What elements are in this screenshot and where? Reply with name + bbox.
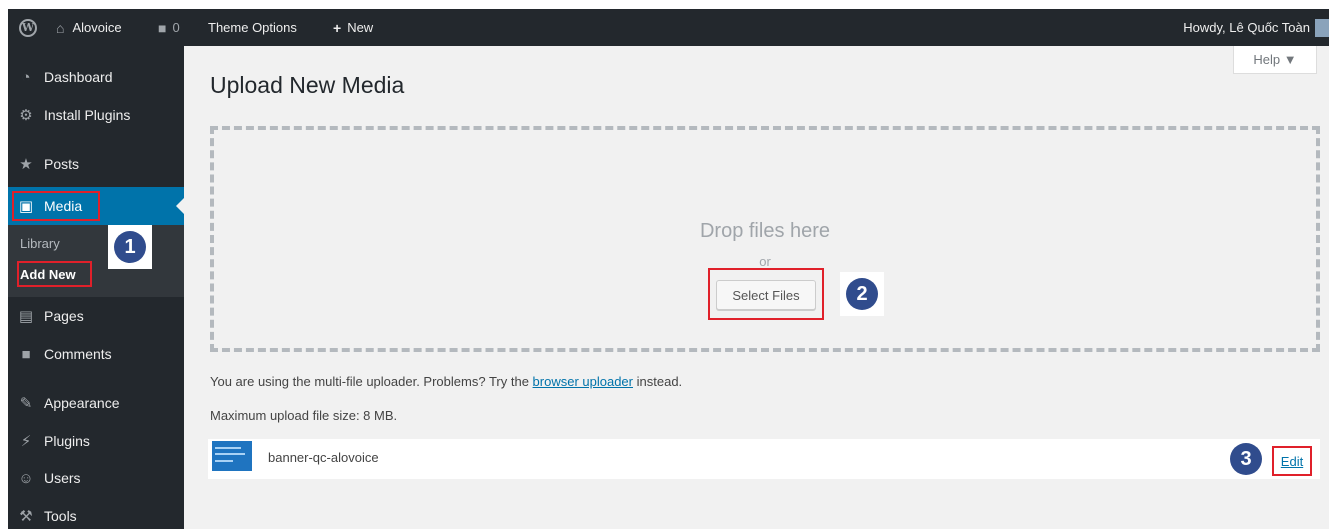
sidebar-item-label: Comments <box>44 346 112 362</box>
uploader-info-suffix: instead. <box>636 374 683 389</box>
callout-1: 1 <box>108 225 152 269</box>
comment-bubble-icon: ■ <box>158 19 167 36</box>
pages-icon: ▤ <box>18 308 34 325</box>
sidebar-item-label: Posts <box>44 156 80 172</box>
drop-or-text: or <box>759 254 771 269</box>
sidebar-item-label: Tools <box>44 508 77 524</box>
sidebar-item-label: Plugins <box>44 433 90 449</box>
sidebar-item-label: Users <box>44 470 81 486</box>
submenu-item-add-new[interactable]: Add New <box>20 267 76 282</box>
edit-link[interactable]: Edit <box>1281 454 1303 469</box>
sidebar-item-label: Dashboard <box>44 69 113 85</box>
comments-count: 0 <box>172 20 180 35</box>
theme-options-link[interactable]: Theme Options <box>208 9 297 46</box>
admin-bar: W ⌂ Alovoice ■ 0 Theme Options + New How… <box>8 9 1329 46</box>
sidebar-item-install-plugins[interactable]: ⚙ Install Plugins <box>8 100 184 130</box>
media-highlight-box <box>12 191 100 221</box>
wordpress-icon: W <box>19 18 37 37</box>
uploader-info-prefix: You are using the multi-file uploader. P… <box>210 374 529 389</box>
plus-icon: + <box>333 19 342 36</box>
avatar <box>1315 18 1329 37</box>
drop-instructions: Drop files here <box>699 220 831 242</box>
dashboard-icon: ◔ <box>21 68 31 86</box>
select-files-highlight-box: Select Files <box>708 268 824 320</box>
site-name: Alovoice <box>72 20 122 35</box>
media-submenu: Library Add New <box>8 225 184 297</box>
sidebar-item-label: Pages <box>44 308 84 324</box>
callout-2: 2 <box>840 272 884 316</box>
user-icon: ☺ <box>18 469 34 487</box>
home-icon: ⌂ <box>56 19 65 36</box>
drop-zone[interactable]: Drop files here or Select Files 2 <box>210 126 1320 352</box>
wrench-icon: ⚒ <box>19 508 33 525</box>
max-upload-size: Maximum upload file size: 8 MB. <box>210 408 398 423</box>
submenu-item-library[interactable]: Library <box>20 236 60 251</box>
howdy-text: Howdy, Lê Quốc Toàn <box>1183 20 1310 35</box>
select-files-button[interactable]: Select Files <box>716 280 816 310</box>
callout-3: 3 <box>1224 439 1268 479</box>
sidebar-item-appearance[interactable]: ✎ Appearance <box>8 388 184 418</box>
sidebar-item-label: Install Plugins <box>44 107 131 123</box>
comments-link[interactable]: ■ 0 <box>158 9 180 46</box>
page-title: Upload New Media <box>210 72 405 98</box>
sidebar-item-dashboard[interactable]: ◔ Dashboard <box>8 62 184 92</box>
edit-highlight-box: Edit <box>1272 446 1312 476</box>
media-thumbnail <box>212 441 252 471</box>
help-tab-button[interactable]: Help ▼ <box>1233 46 1317 74</box>
sidebar-item-users[interactable]: ☺ Users <box>8 463 184 493</box>
sidebar-item-tools[interactable]: ⚒ Tools <box>8 501 184 529</box>
browser-uploader-link[interactable]: browser uploader <box>533 374 633 389</box>
sidebar-item-posts[interactable]: ★ Posts <box>8 149 184 179</box>
my-account-link[interactable]: Howdy, Lê Quốc Toàn <box>1183 9 1329 46</box>
sidebar-item-pages[interactable]: ▤ Pages <box>8 301 184 331</box>
media-item-row: banner-qc-alovoice 3 Edit <box>208 439 1320 479</box>
site-name-link[interactable]: ⌂ Alovoice <box>56 9 122 46</box>
main-content: Help ▼ Upload New Media Drop files here … <box>184 46 1329 529</box>
theme-options-label: Theme Options <box>208 20 297 35</box>
uploader-info: You are using the multi-file uploader. P… <box>210 374 682 389</box>
gear-icon: ⚙ <box>19 107 33 124</box>
new-content-link[interactable]: + New <box>333 9 373 46</box>
media-filename: banner-qc-alovoice <box>268 450 379 465</box>
pin-icon: ★ <box>19 156 33 173</box>
callout-number: 3 <box>1230 443 1262 475</box>
sidebar-item-media[interactable]: ▣ Media <box>8 187 184 225</box>
admin-sidebar: ◔ Dashboard ⚙ Install Plugins ★ Posts ▣ … <box>8 46 184 529</box>
sidebar-item-label: Appearance <box>44 395 120 411</box>
sidebar-item-comments[interactable]: ■ Comments <box>8 339 184 369</box>
brush-icon: ✎ <box>19 395 33 412</box>
plug-icon: ⚡ <box>20 433 32 450</box>
current-menu-arrow <box>176 198 184 214</box>
sidebar-item-plugins[interactable]: ⚡ Plugins <box>8 426 184 456</box>
new-label: New <box>347 20 374 35</box>
wordpress-logo[interactable]: W <box>17 9 39 46</box>
callout-number: 1 <box>114 231 146 263</box>
comment-icon: ■ <box>21 345 31 363</box>
callout-number: 2 <box>846 278 878 310</box>
